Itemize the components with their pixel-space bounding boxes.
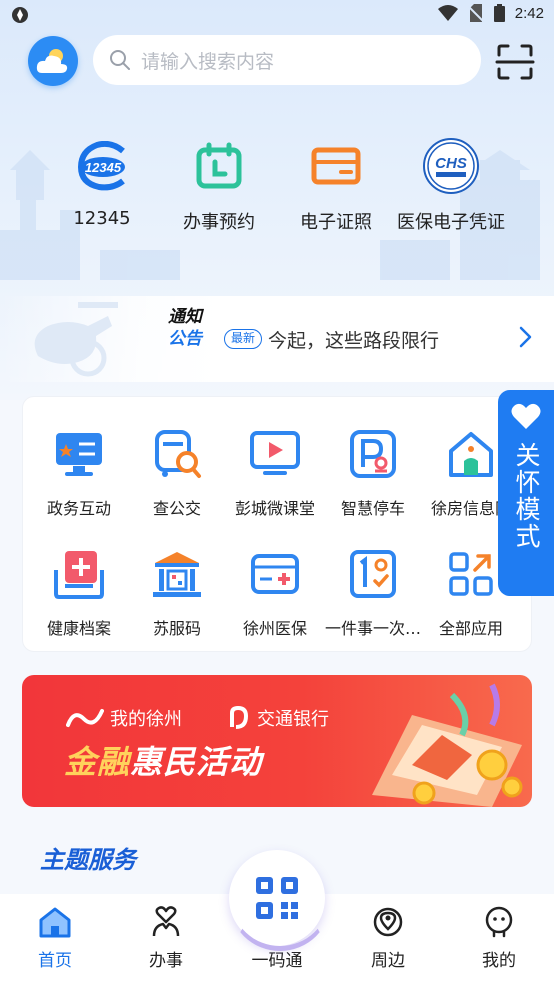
service-label: 一件事一次… [324,619,421,638]
notice-title-line2: 公告 [168,329,202,349]
nav-mine[interactable]: 我的 [444,904,554,971]
search-icon [110,50,130,70]
care-mode-button[interactable]: 关怀模式 [498,390,554,596]
qr-code-icon [256,877,298,919]
home-icon [39,907,71,938]
banner-slogan-gold: 金融 [64,743,131,781]
bus-search-icon [155,430,201,478]
nav-services[interactable]: 办事 [111,904,221,971]
nav-label: 办事 [149,951,183,971]
wifi-icon [437,5,458,21]
service-label: 彭城微课堂 [234,499,315,518]
service-label: 徐州医保 [242,619,307,638]
one-thing-icon [350,550,396,598]
service-label: 智慧停车 [340,499,405,518]
quick-label: 12345 [73,208,131,229]
medical-card-icon [251,554,299,594]
quick-item-medical-insurance[interactable]: CHS 医保电子凭证 [386,130,516,234]
service-item-gov-interaction[interactable]: 政务互动 [29,427,129,519]
nav-label: 我的 [482,951,516,971]
service-item-health-record[interactable]: 健康档案 [29,547,129,639]
nav-home[interactable]: 首页 [0,904,110,971]
quick-item-e-license[interactable]: 电子证照 [271,130,401,234]
scan-icon[interactable] [495,42,535,82]
my-xuzhou-logo-icon [66,709,104,727]
one-code-button[interactable] [229,850,331,951]
service-label: 查公交 [152,499,201,518]
search-placeholder: 请输入搜索内容 [141,50,275,73]
heart-icon [511,403,541,429]
service-item-bus[interactable]: 查公交 [127,427,227,519]
service-label: 健康档案 [46,619,111,638]
banner-slogan-white: 惠民活动 [130,743,263,781]
service-item-xuzhou-medical[interactable]: 徐州医保 [225,547,325,639]
nav-nearby[interactable]: 周边 [333,904,443,971]
medical-box-icon [54,551,104,599]
all-apps-icon [449,552,493,596]
services-grid: 政务互动 查公交 彭城微课堂 智慧停车 徐房信息网 健康档案 苏服码 徐州医保 … [22,396,532,652]
theme-services-title: 主题服务 [40,846,136,874]
handshake-heart-icon [152,906,180,937]
banner-slogan: 金融惠民活动 [64,737,262,783]
government-building-icon [153,552,201,597]
nav-label: 周边 [371,951,405,971]
monitor-exchange-icon [56,433,102,476]
status-bar: 2:42 [0,0,554,30]
card-icon [311,147,361,185]
notice-title-line1: 通知 [168,307,202,327]
app-status-icon [12,7,28,23]
care-mode-label: 关怀模式 [512,442,541,550]
user-face-icon [485,906,513,938]
chevron-right-icon[interactable] [516,326,534,348]
cloud-sun-icon [36,49,68,73]
banner-brand-1: 我的徐州 [110,709,182,730]
service-label: 政务互动 [46,499,111,518]
svg-text:CHS: CHS [435,155,467,172]
chs-medical-insurance-icon: CHS [423,138,479,194]
quick-label: 电子证照 [300,212,372,233]
house-icon [449,432,493,477]
notice-bar[interactable]: 通知 公告 最新 今起，这些路段限行 [0,296,554,382]
service-label: 全部应用 [438,619,503,638]
chariot-decoration [34,302,118,377]
service-item-smart-parking[interactable]: 智慧停车 [323,427,423,519]
app-logo-button[interactable] [28,36,78,86]
parking-icon [350,430,396,478]
video-play-icon [250,431,300,475]
battery-icon [493,4,505,22]
bocom-logo-icon [230,705,249,729]
location-map-icon [373,907,403,937]
service-label: 苏服码 [152,619,201,638]
service-item-micro-class[interactable]: 彭城微课堂 [225,427,325,519]
notice-text[interactable]: 今起，这些路段限行 [268,326,439,353]
service-item-one-thing[interactable]: 一件事一次… [323,547,423,639]
quick-services: 12345 12345 办事预约 电子证照 CHS 医保电子凭证 [0,130,554,240]
quick-label: 医保电子凭证 [397,212,505,233]
service-item-su-fu-code[interactable]: 苏服码 [127,547,227,639]
new-badge: 最新 [224,329,263,349]
hotline-12345-icon: 12345 [77,141,125,191]
search-bar[interactable]: 请输入搜索内容 [93,35,481,85]
phone-coins-illustration [372,683,523,807]
quick-item-appointment[interactable]: 办事预约 [154,130,284,234]
promo-banner[interactable]: 我的徐州 交通银行 金融惠民活动 [22,675,532,807]
no-sim-icon [467,4,484,22]
svg-text:12345: 12345 [85,160,122,175]
nav-label: 首页 [38,951,72,971]
quick-item-12345[interactable]: 12345 12345 [37,130,167,229]
quick-label: 办事预约 [183,212,255,233]
banner-brand-2: 交通银行 [257,709,329,730]
notice-title: 通知 公告 [168,306,202,350]
calendar-icon [196,142,242,189]
status-time: 2:42 [514,4,544,22]
